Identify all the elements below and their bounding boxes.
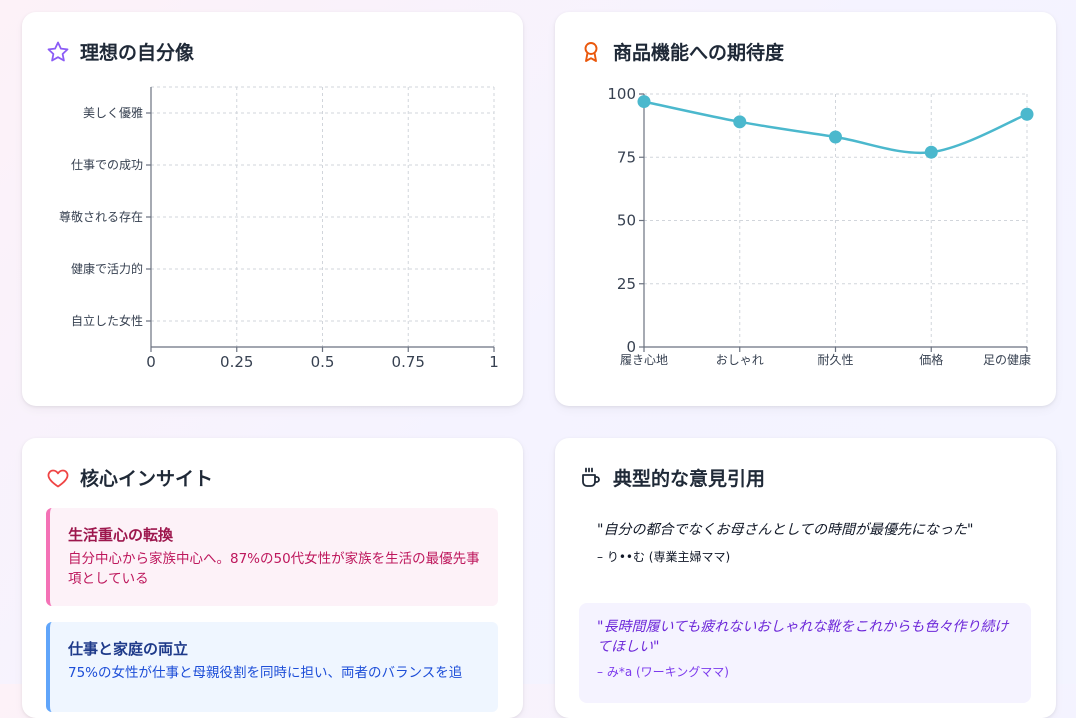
y-tick-label: 50: [617, 212, 636, 230]
x-tick-label: 0.25: [220, 353, 253, 371]
series-line: [643, 100, 1028, 155]
x-tick-label: 足の健康: [983, 352, 1031, 367]
insights-card: 核心インサイト 生活重心の転換 自分中心から家族中心へ。87%の50代女性が家族…: [22, 438, 523, 718]
insight-item-1: 生活重心の転換 自分中心から家族中心へ。87%の50代女性が家族を生活の最優先事…: [46, 508, 498, 606]
insight-2-title: 仕事と家庭の両立: [68, 640, 189, 658]
ideal-self-card: 理想の自分像 美しく優雅 仕事での成功 尊敬される存在 健康で活力的 自立した女性 0 0.…: [22, 12, 523, 406]
insights-title: 核心インサイト: [46, 464, 213, 491]
data-point: [637, 95, 651, 109]
ideal-self-chart: 美しく優雅仕事での成功尊敬される存在健康で活力的自立した女性 0 0.25 0.5 0.…: [59, 86, 499, 371]
x-tick-label: 耐久性: [817, 353, 853, 367]
quote-1-text: "自分の都合でなくお母さんとしての時間が最優先になった": [597, 522, 974, 538]
y-tick-label: 尊敬される存在: [59, 209, 143, 224]
x-tick-label: 価格: [919, 352, 943, 367]
coffee-cup-icon: [582, 467, 600, 487]
x-tick-label: 履き心地: [620, 353, 668, 367]
quotes-card: 典型的な意見引用 "自分の都合でなくお母さんとしての時間が最優先になった" – …: [555, 438, 1056, 718]
quote-2-author: – み*a (ワーキングママ): [597, 665, 729, 679]
x-tick-label: 0.75: [392, 353, 425, 371]
x-tick-label: 0.5: [311, 353, 335, 371]
x-tick-label: 0: [146, 353, 156, 371]
y-tick-label: 健康で活力的: [71, 261, 143, 276]
insight-1-text: 自分中心から家族中心へ。87%の50代女性が家族を生活の最優先事項としている: [68, 551, 480, 587]
quotes-title: 典型的な意見引用: [579, 464, 765, 491]
insight-1-title: 生活重心の転換: [68, 526, 174, 544]
y-tick-label: 仕事での成功: [71, 158, 143, 172]
insights-title-text: 核心インサイト: [80, 468, 214, 490]
data-point: [1020, 107, 1034, 121]
insight-item-2: 仕事と家庭の両立 75%の女性が仕事と母親役割を同時に担い、両者のバランスを追: [46, 622, 498, 712]
quote-item-2: "長時間履いても疲れないおしゃれな靴をこれからも色々作り続けてほしい" – み*…: [579, 603, 1031, 703]
y-tick-label: 自立した女性: [71, 313, 143, 328]
quote-1-author: – り••む (専業主婦ママ): [597, 550, 731, 564]
insight-2-text: 75%の女性が仕事と母親役割を同時に担い、両者のバランスを追: [68, 665, 463, 681]
quotes-title-text: 典型的な意見引用: [613, 468, 766, 490]
quote-item-1: "自分の都合でなくお母さんとしての時間が最優先になった" – り••む (専業主…: [579, 520, 1031, 565]
expectations-chart: 0255075100履き心地 おしゃれ 耐久性 価格 足の健康: [607, 85, 1034, 367]
expectations-card: 商品機能への期待度 0 25 50 75 100 履き心地 おしゃれ 耐久性 価格 足の健康: [555, 12, 1056, 406]
data-point: [924, 145, 938, 159]
x-tick-label: おしゃれ: [716, 353, 764, 367]
y-tick-label: 25: [617, 275, 636, 293]
y-tick-label: 美しく優雅: [83, 105, 143, 120]
x-tick-label: 1: [489, 353, 499, 371]
quote-2-text: "長時間履いても疲れないおしゃれな靴をこれからも色々作り続けてほしい": [597, 619, 1009, 655]
heart-icon: [47, 469, 69, 487]
data-point: [829, 130, 842, 144]
data-point: [733, 115, 747, 129]
y-tick-label: 75: [617, 148, 636, 166]
y-tick-label: 100: [607, 85, 636, 103]
